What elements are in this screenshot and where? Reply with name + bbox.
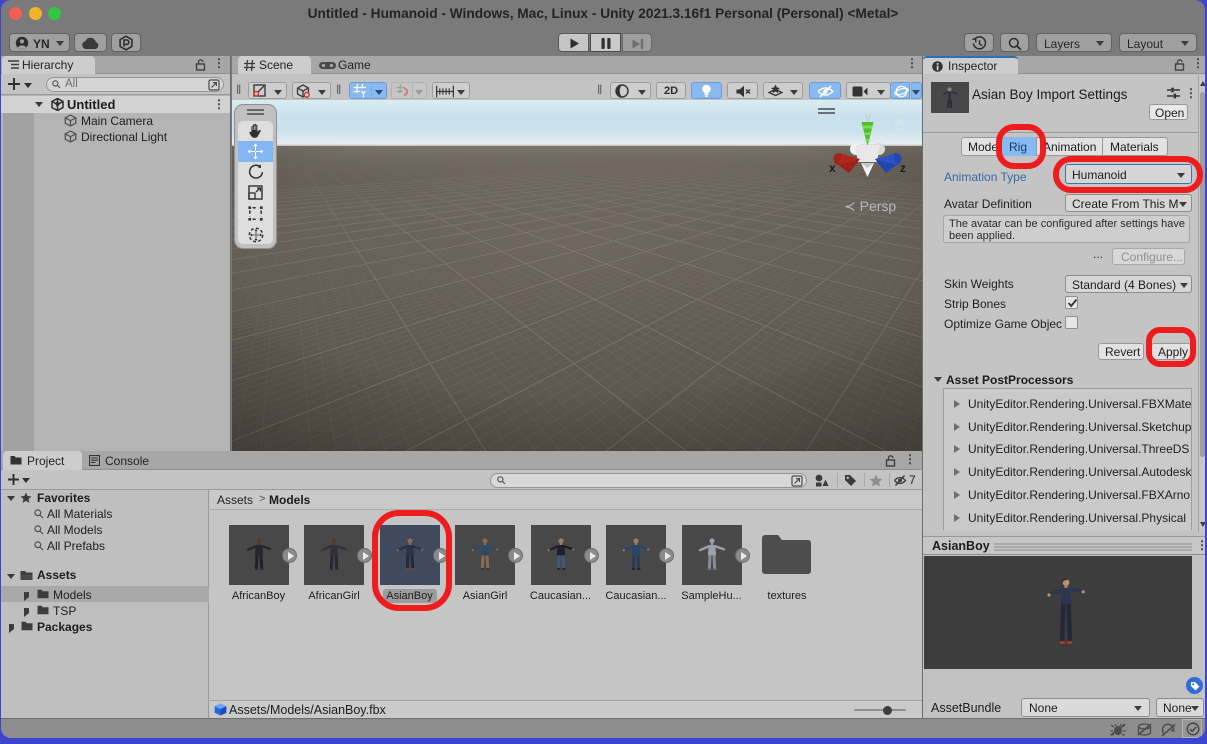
svg-text:z: z [900,161,906,175]
svg-text:x: x [829,161,836,175]
